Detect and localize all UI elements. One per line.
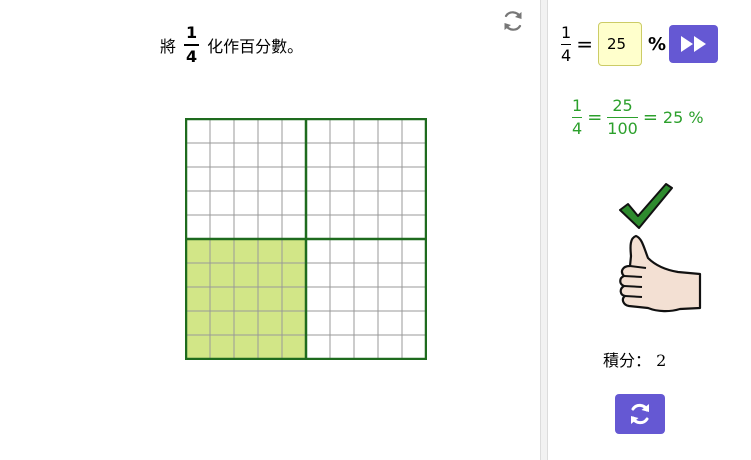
- question-panel: 將 1 4 化作百分數。: [0, 0, 540, 460]
- fraction-bar: [184, 44, 200, 46]
- refresh-icon[interactable]: [500, 8, 526, 34]
- solution-denominator-2: 100: [607, 119, 638, 138]
- hundred-grid: [185, 118, 427, 360]
- answer-denominator: 4: [561, 45, 572, 65]
- question-suffix: 化作百分數。: [207, 37, 304, 56]
- question-text: 將 1 4 化作百分數。: [160, 20, 303, 70]
- solution-fraction-1: 1 4: [572, 96, 583, 138]
- next-button[interactable]: [669, 25, 718, 63]
- answer-panel: 1 4 = 25 % 1 4 = 25 100 = 25 % 積分： 2: [548, 0, 751, 460]
- question-fraction: 1 4: [184, 23, 200, 66]
- score-label: 積分： 2: [603, 351, 667, 370]
- answer-numerator: 1: [561, 22, 572, 42]
- refresh-icon: [631, 403, 649, 425]
- solution-numerator: 1: [572, 96, 583, 115]
- solution-numerator-2: 25: [612, 96, 633, 115]
- question-denominator: 4: [186, 46, 198, 66]
- fraction-bar: [572, 117, 583, 118]
- question-prefix: 將: [160, 37, 177, 56]
- equals-sign: =: [587, 107, 603, 128]
- equals-sign: =: [642, 107, 658, 128]
- fast-forward-icon: [680, 36, 706, 52]
- shaded-region: [186, 239, 306, 359]
- answer-row: 1 4 = 25 %: [561, 22, 718, 66]
- panel-divider[interactable]: [540, 0, 548, 460]
- solution-row: 1 4 = 25 100 = 25 %: [572, 98, 704, 137]
- fraction-bar: [561, 43, 572, 45]
- new-question-button[interactable]: [615, 394, 665, 434]
- answer-input[interactable]: 25: [597, 22, 642, 66]
- solution-denominator: 4: [572, 119, 583, 138]
- solution-fraction-2: 25 100: [607, 98, 638, 137]
- equals-sign: =: [576, 32, 593, 56]
- check-icon: [618, 182, 674, 236]
- percent-sign: %: [647, 33, 666, 55]
- solution-result: 25 %: [662, 108, 704, 127]
- thumbs-up-icon: [608, 232, 704, 320]
- answer-fraction: 1 4: [561, 22, 572, 65]
- fraction-bar: [607, 117, 638, 118]
- question-numerator: 1: [186, 23, 198, 43]
